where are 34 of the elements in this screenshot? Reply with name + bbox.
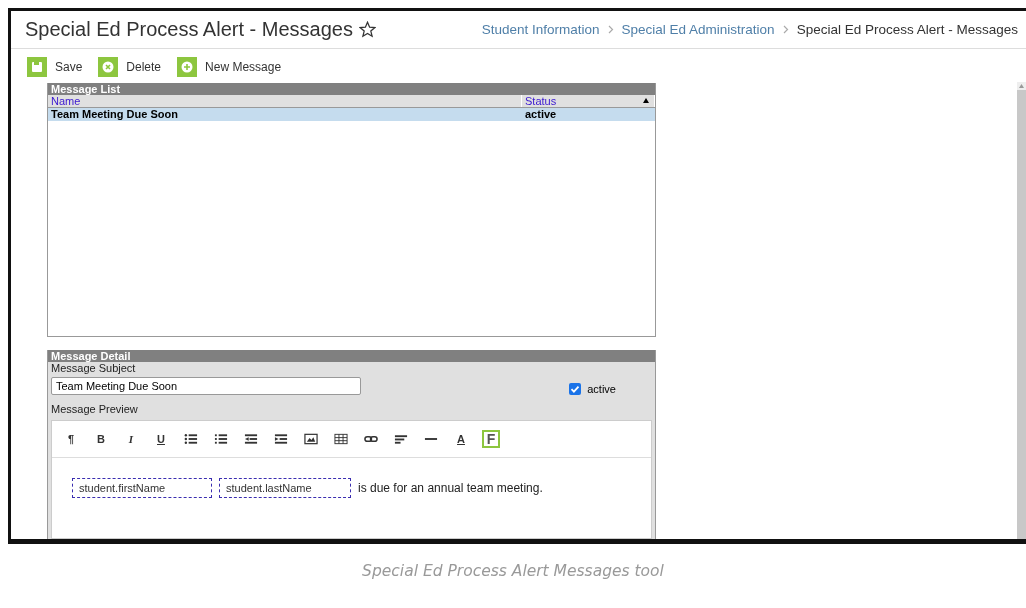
caption: Special Ed Process Alert Messages tool — [361, 562, 665, 580]
star-icon[interactable] — [358, 21, 376, 38]
panel-title: Message Detail — [48, 350, 655, 362]
list-row[interactable]: Team Meeting Due Soon active — [48, 108, 655, 121]
message-text: is due for an annual team meeting. — [358, 481, 543, 495]
field-label: Message Preview — [51, 403, 139, 415]
format-button[interactable]: U — [152, 430, 170, 448]
field-label: Message Subject — [51, 362, 137, 374]
toolbar-button[interactable]: New Message — [177, 56, 282, 78]
breadcrumb-link[interactable]: Student Information — [481, 22, 600, 37]
panel-title: Message List — [48, 83, 655, 95]
merge-field[interactable]: student.firstName — [72, 478, 212, 498]
format-button[interactable]: B — [92, 430, 110, 448]
sort-icon — [642, 97, 650, 105]
format-button[interactable]: A — [452, 430, 470, 448]
breadcrumb-current: Special Ed Process Alert - Messages — [796, 22, 1018, 37]
save-icon — [27, 57, 47, 77]
format-button[interactable]: ¶ — [62, 430, 80, 448]
column-header[interactable]: Status — [522, 95, 655, 107]
chevron-icon — [782, 25, 789, 34]
column-header[interactable]: Name — [48, 95, 522, 107]
toolbar-button[interactable]: Save — [27, 56, 83, 78]
add-icon — [177, 57, 198, 77]
subject-field[interactable]: Team Meeting Due Soon — [51, 377, 361, 395]
format-button[interactable]: I — [122, 430, 140, 448]
checkbox[interactable] — [569, 383, 582, 395]
delete-icon — [98, 57, 119, 77]
merge-field[interactable]: student.lastName — [219, 478, 351, 498]
format-button[interactable]: F — [482, 430, 500, 448]
chevron-icon — [607, 25, 614, 34]
toolbar-button[interactable]: Delete — [98, 56, 162, 78]
page-title: Special Ed Process Alert - Messages — [25, 18, 353, 41]
breadcrumb-link[interactable]: Special Ed Administration — [621, 22, 775, 37]
checkbox-label: active — [587, 383, 616, 395]
